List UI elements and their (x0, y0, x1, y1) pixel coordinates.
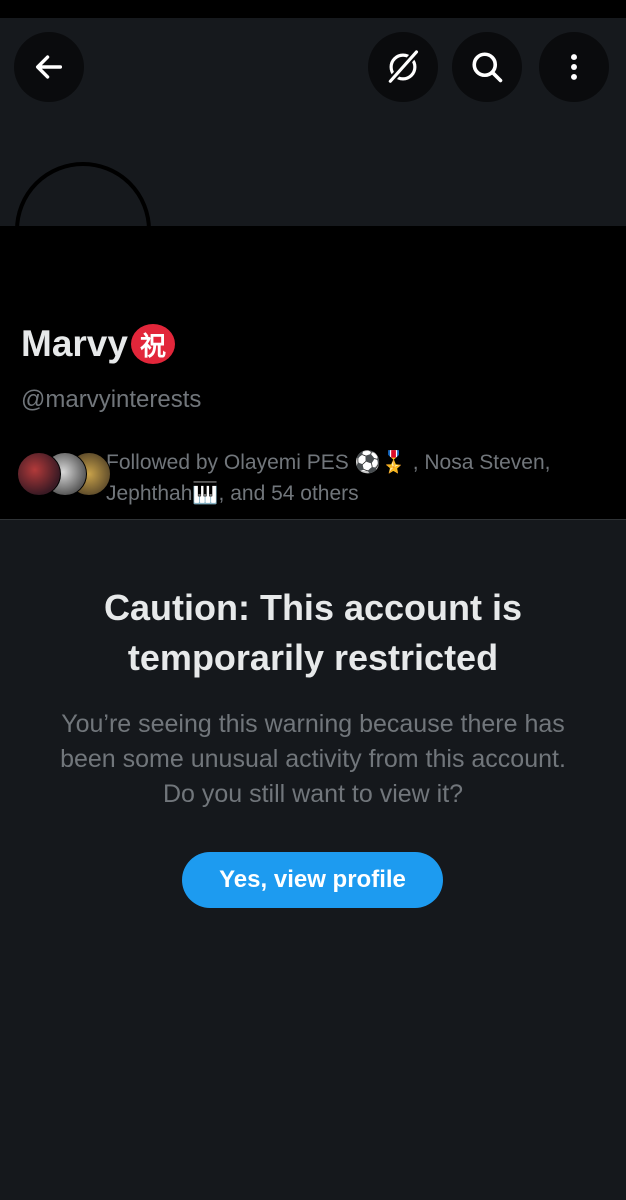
grok-icon (384, 48, 422, 86)
follower-avatar (17, 452, 61, 496)
profile-info: Marvy 祝 @marvyinterests Followed by Olay… (0, 226, 626, 519)
divider (0, 519, 626, 520)
profile-name-text: Marvy (21, 323, 128, 364)
followed-by-text[interactable]: Followed by Olayemi PES ⚽🎖️ , Nosa Steve… (106, 447, 606, 509)
warning-body: You’re seeing this warning because there… (60, 710, 566, 808)
profile-name: Marvy 祝 (21, 323, 175, 365)
arrow-left-icon (32, 50, 66, 84)
grok-button[interactable] (368, 32, 438, 102)
warning-title: Caution: This account is temporarily res… (103, 587, 523, 678)
followers-avatars[interactable] (17, 452, 111, 496)
name-emoji-badge: 祝 (130, 324, 175, 364)
more-vertical-icon (557, 50, 591, 84)
back-button[interactable] (14, 32, 84, 102)
view-profile-button[interactable]: Yes, view profile (182, 852, 443, 908)
search-button[interactable] (452, 32, 522, 102)
more-options-button[interactable] (539, 32, 609, 102)
profile-handle: @marvyinterests (21, 386, 202, 413)
status-bar (0, 0, 626, 18)
search-icon (469, 49, 505, 85)
